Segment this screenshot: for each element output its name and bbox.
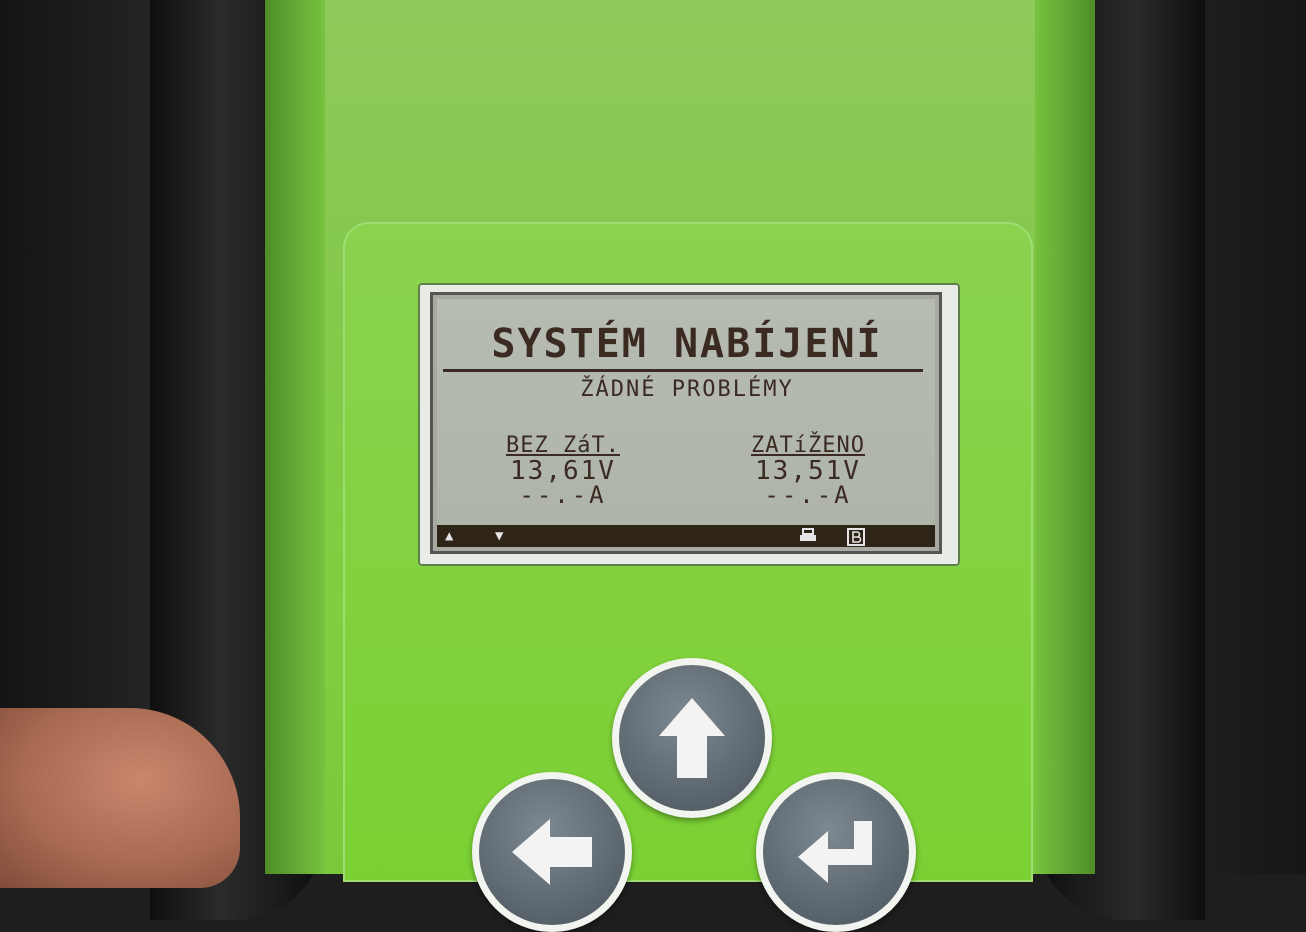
unloaded-current: --.-A [519,481,607,509]
unloaded-column: BEZ ZáT. 13,61V --.-A [463,433,663,507]
enter-button[interactable] [756,772,916,932]
lcd-screen: SYSTÉM NABÍJENÍ ŽÁDNÉ PROBLÉMY BEZ ZáT. … [430,292,942,554]
left-arrow-button[interactable] [472,772,632,932]
battery-b-icon [847,528,865,550]
down-triangle-icon: ▼ [495,528,504,544]
screen-title: SYSTÉM NABÍJENÍ [491,321,883,367]
up-triangle-icon: ▲ [445,528,454,544]
housing-edge-right [1035,0,1095,874]
loaded-current: --.-A [764,481,852,509]
print-icon [799,528,817,548]
enter-icon [798,821,872,883]
up-button-face [619,665,765,811]
left-button-face [479,779,625,925]
lcd-softkey-bar: ▲ ▼ [437,525,935,547]
title-underline [443,369,923,372]
housing-edge-left [265,0,325,874]
arrow-up-icon [659,698,725,778]
enter-button-face [763,779,909,925]
loaded-voltage: 13,51V [755,456,861,486]
unloaded-voltage: 13,61V [510,456,616,486]
arrow-left-icon [512,819,592,885]
loaded-column: ZATíŽENO 13,51V --.-A [708,433,908,507]
up-arrow-button[interactable] [612,658,772,818]
status-message: ŽÁDNÉ PROBLÉMY [580,377,794,402]
